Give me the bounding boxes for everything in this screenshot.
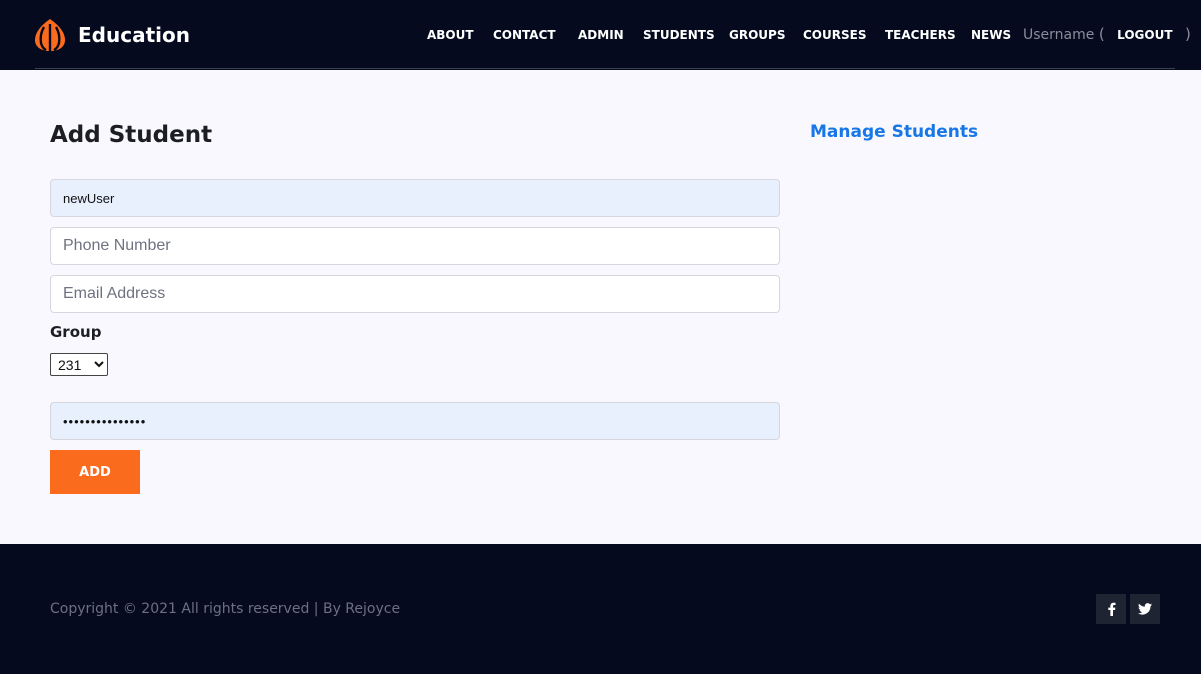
group-select[interactable]: 231 [50,353,108,376]
nav-contact[interactable]: CONTACT [493,27,556,43]
close-paren: ) [1185,25,1191,43]
nav-courses[interactable]: COURSES [803,27,866,43]
open-paren: ( [1098,25,1105,43]
top-navbar: Education ABOUT CONTACT ADMIN STUDENTS G… [0,0,1201,70]
user-area: Username ( LOGOUT ) [1023,25,1191,44]
main-content: Add Student Manage Students Group 231 AD… [0,70,1201,544]
main-nav: ABOUT CONTACT ADMIN STUDENTS GROUPS COUR… [0,0,1201,70]
username-label: Username [1023,27,1095,43]
nav-groups[interactable]: GROUPS [729,27,785,43]
nav-teachers[interactable]: TEACHERS [885,27,956,43]
nav-students[interactable]: STUDENTS [643,27,715,43]
phone-number-input[interactable] [50,227,780,265]
facebook-icon [1107,602,1115,616]
twitter-icon [1138,603,1152,615]
nav-about[interactable]: ABOUT [427,27,474,43]
twitter-button[interactable] [1130,594,1160,624]
add-button[interactable]: ADD [50,450,140,494]
footer: Copyright © 2021 All rights reserved | B… [0,544,1201,674]
facebook-button[interactable] [1096,594,1126,624]
group-label: Group [50,323,102,341]
copyright-text: Copyright © 2021 All rights reserved | B… [50,601,401,617]
page-title: Add Student [50,122,213,148]
username-input[interactable] [50,179,780,217]
header-divider [35,68,1175,69]
nav-news[interactable]: NEWS [971,27,1011,43]
manage-students-link[interactable]: Manage Students [810,120,978,144]
logout-link[interactable]: LOGOUT [1117,28,1172,42]
email-address-input[interactable] [50,275,780,313]
nav-admin[interactable]: ADMIN [578,27,624,43]
password-input[interactable] [50,402,780,440]
